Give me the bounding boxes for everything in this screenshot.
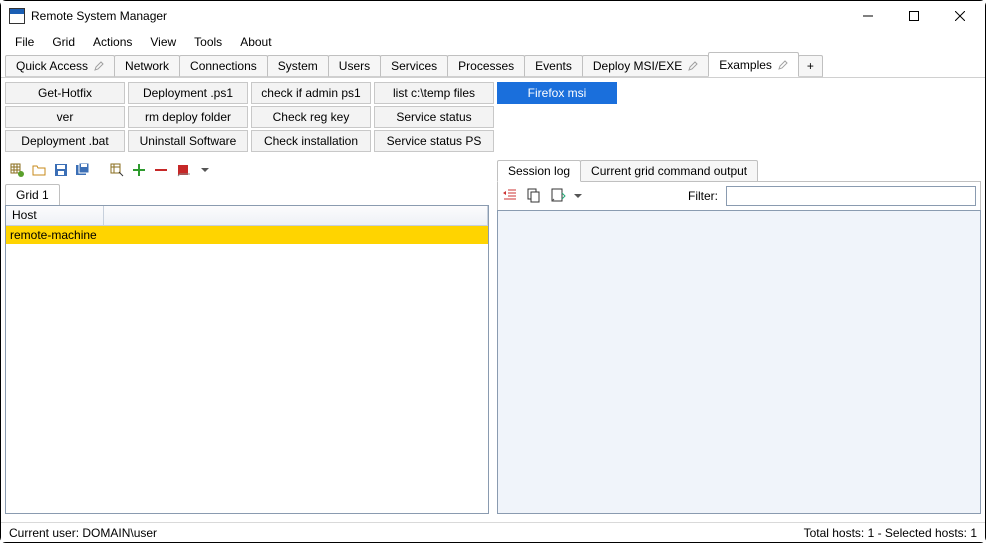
status-bar: Current user: DOMAIN\user Total hosts: 1…	[1, 522, 985, 542]
grid-fields-icon[interactable]	[109, 162, 125, 178]
grid-tab[interactable]: Grid 1	[5, 184, 60, 206]
tab-label: Quick Access	[16, 59, 88, 73]
tab-network[interactable]: Network	[114, 55, 180, 77]
grid-panel: Grid 1 Host remote-machine	[5, 160, 489, 514]
dropdown-icon[interactable]	[197, 162, 213, 178]
cmd-deployment-ps1[interactable]: Deployment .ps1	[128, 82, 248, 104]
add-row-icon[interactable]	[131, 162, 147, 178]
cmd-uninstall-software[interactable]: Uninstall Software	[128, 130, 248, 152]
menu-bar: FileGridActionsViewToolsAbout	[1, 31, 985, 53]
grid-open-icon[interactable]	[31, 162, 47, 178]
tab-system[interactable]: System	[267, 55, 329, 77]
tab-quick-access[interactable]: Quick Access	[5, 55, 115, 77]
host-grid: Host remote-machine	[5, 205, 489, 514]
column-header-empty	[104, 206, 488, 225]
cmd-check-installation[interactable]: Check installation	[251, 130, 371, 152]
export-dropdown-icon[interactable]	[574, 189, 582, 203]
menu-file[interactable]: File	[7, 33, 42, 51]
stop-icon[interactable]	[175, 162, 191, 178]
output-panel: Session logCurrent grid command output F…	[497, 160, 981, 514]
tab-events[interactable]: Events	[524, 55, 583, 77]
tab-services[interactable]: Services	[380, 55, 448, 77]
cmd-firefox-msi[interactable]: Firefox msi	[497, 82, 617, 104]
tab-label: Processes	[458, 59, 514, 73]
tab-deploy-msi-exe[interactable]: Deploy MSI/EXE	[582, 55, 709, 77]
output-tab-current-grid-command-output[interactable]: Current grid command output	[580, 160, 758, 182]
tab-label: Examples	[719, 58, 772, 72]
close-button[interactable]	[937, 1, 983, 31]
filter-label: Filter:	[688, 189, 718, 203]
cmd-deployment-bat[interactable]: Deployment .bat	[5, 130, 125, 152]
grid-toolbar	[5, 160, 489, 184]
remove-row-icon[interactable]	[153, 162, 169, 178]
column-header-host[interactable]: Host	[6, 206, 104, 225]
menu-grid[interactable]: Grid	[44, 33, 83, 51]
tab-label: Deploy MSI/EXE	[593, 59, 682, 73]
tab-label: System	[278, 59, 318, 73]
grid-header-row: Host	[6, 206, 488, 226]
output-tab-session-log[interactable]: Session log	[497, 160, 581, 182]
outdent-icon[interactable]	[502, 187, 518, 206]
cmd-ver[interactable]: ver	[5, 106, 125, 128]
cmd-rm-deploy-folder[interactable]: rm deploy folder	[128, 106, 248, 128]
main-tab-bar: Quick Access Network Connections System User…	[1, 53, 985, 78]
cmd-service-status-ps[interactable]: Service status PS	[374, 130, 494, 152]
filter-input[interactable]	[726, 186, 976, 206]
tab-label: Users	[339, 59, 370, 73]
window-title: Remote System Manager	[31, 9, 845, 23]
tab-label: Network	[125, 59, 169, 73]
grid-add-icon[interactable]	[9, 162, 25, 178]
output-toolbar: Filter:	[497, 181, 981, 210]
session-log-output[interactable]	[497, 210, 981, 514]
tab-label: Services	[391, 59, 437, 73]
minimize-button[interactable]	[845, 1, 891, 31]
status-current-user: Current user: DOMAIN\user	[9, 526, 157, 540]
copy-icon[interactable]	[526, 187, 542, 206]
menu-tools[interactable]: Tools	[186, 33, 230, 51]
menu-about[interactable]: About	[232, 33, 279, 51]
cmd-check-reg-key[interactable]: Check reg key	[251, 106, 371, 128]
add-tab-button[interactable]: +	[798, 55, 823, 77]
save-icon[interactable]	[53, 162, 69, 178]
export-icon[interactable]	[550, 187, 566, 206]
tab-label: Events	[535, 59, 572, 73]
cmd-get-hotfix[interactable]: Get-Hotfix	[5, 82, 125, 104]
maximize-button[interactable]	[891, 1, 937, 31]
tab-connections[interactable]: Connections	[179, 55, 268, 77]
command-button-panel: Get-HotfixDeployment .ps1check if admin …	[1, 78, 985, 154]
cmd-list-c-temp-files[interactable]: list c:\temp files	[374, 82, 494, 104]
table-row[interactable]: remote-machine	[6, 226, 488, 244]
save-all-icon[interactable]	[75, 162, 91, 178]
app-icon	[9, 8, 25, 24]
menu-actions[interactable]: Actions	[85, 33, 140, 51]
tab-examples[interactable]: Examples	[708, 52, 799, 77]
tab-processes[interactable]: Processes	[447, 55, 525, 77]
cmd-check-if-admin-ps1[interactable]: check if admin ps1	[251, 82, 371, 104]
menu-view[interactable]: View	[142, 33, 184, 51]
title-bar: Remote System Manager	[1, 1, 985, 31]
cmd-service-status[interactable]: Service status	[374, 106, 494, 128]
tab-users[interactable]: Users	[328, 55, 381, 77]
tab-label: Connections	[190, 59, 257, 73]
status-host-count: Total hosts: 1 - Selected hosts: 1	[804, 526, 977, 540]
